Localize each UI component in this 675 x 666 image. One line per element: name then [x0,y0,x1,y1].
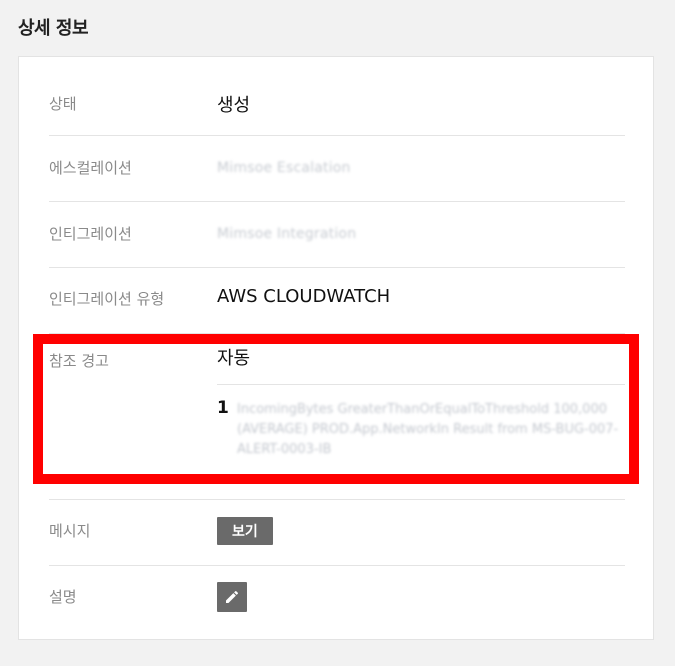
row-integration: 인티그레이션 Mimsoe Integration [49,202,625,268]
alert-number: 1 [217,398,229,418]
row-escalation: 에스컬레이션 Mimsoe Escalation [49,136,625,202]
view-message-button[interactable]: 보기 [217,517,273,545]
integration-label: 인티그레이션 [49,225,132,243]
edit-description-button[interactable] [217,582,247,612]
escalation-link[interactable]: Mimsoe Escalation [217,160,351,176]
integration-link[interactable]: Mimsoe Integration [217,226,356,242]
reference-alert-mode: 자동 [217,348,251,369]
description-label: 설명 [49,588,77,606]
alert-link[interactable]: IncomingBytes GreaterThanOrEqualToThresh… [237,400,625,460]
status-value: 생성 [217,95,251,116]
escalation-label: 에스컬레이션 [49,159,132,177]
row-status: 상태 생성 [49,57,625,136]
integration-type-label: 인티그레이션 유형 [49,290,165,308]
row-integration-type: 인티그레이션 유형 AWS CLOUDWATCH [49,268,625,334]
pencil-icon [226,590,239,603]
row-reference-alert: 참조 경고 자동 1 IncomingBytes GreaterThanOrEq… [49,334,625,500]
reference-alert-label: 참조 경고 [49,352,109,370]
message-label: 메시지 [49,522,91,540]
row-description: 설명 [49,566,625,632]
row-message: 메시지 보기 [49,500,625,566]
divider [217,384,625,385]
detail-card: 상태 생성 에스컬레이션 Mimsoe Escalation 인티그레이션 Mi… [18,56,654,640]
section-title: 상세 정보 [18,18,89,39]
integration-type-value: AWS CLOUDWATCH [217,286,391,307]
status-label: 상태 [49,95,77,113]
